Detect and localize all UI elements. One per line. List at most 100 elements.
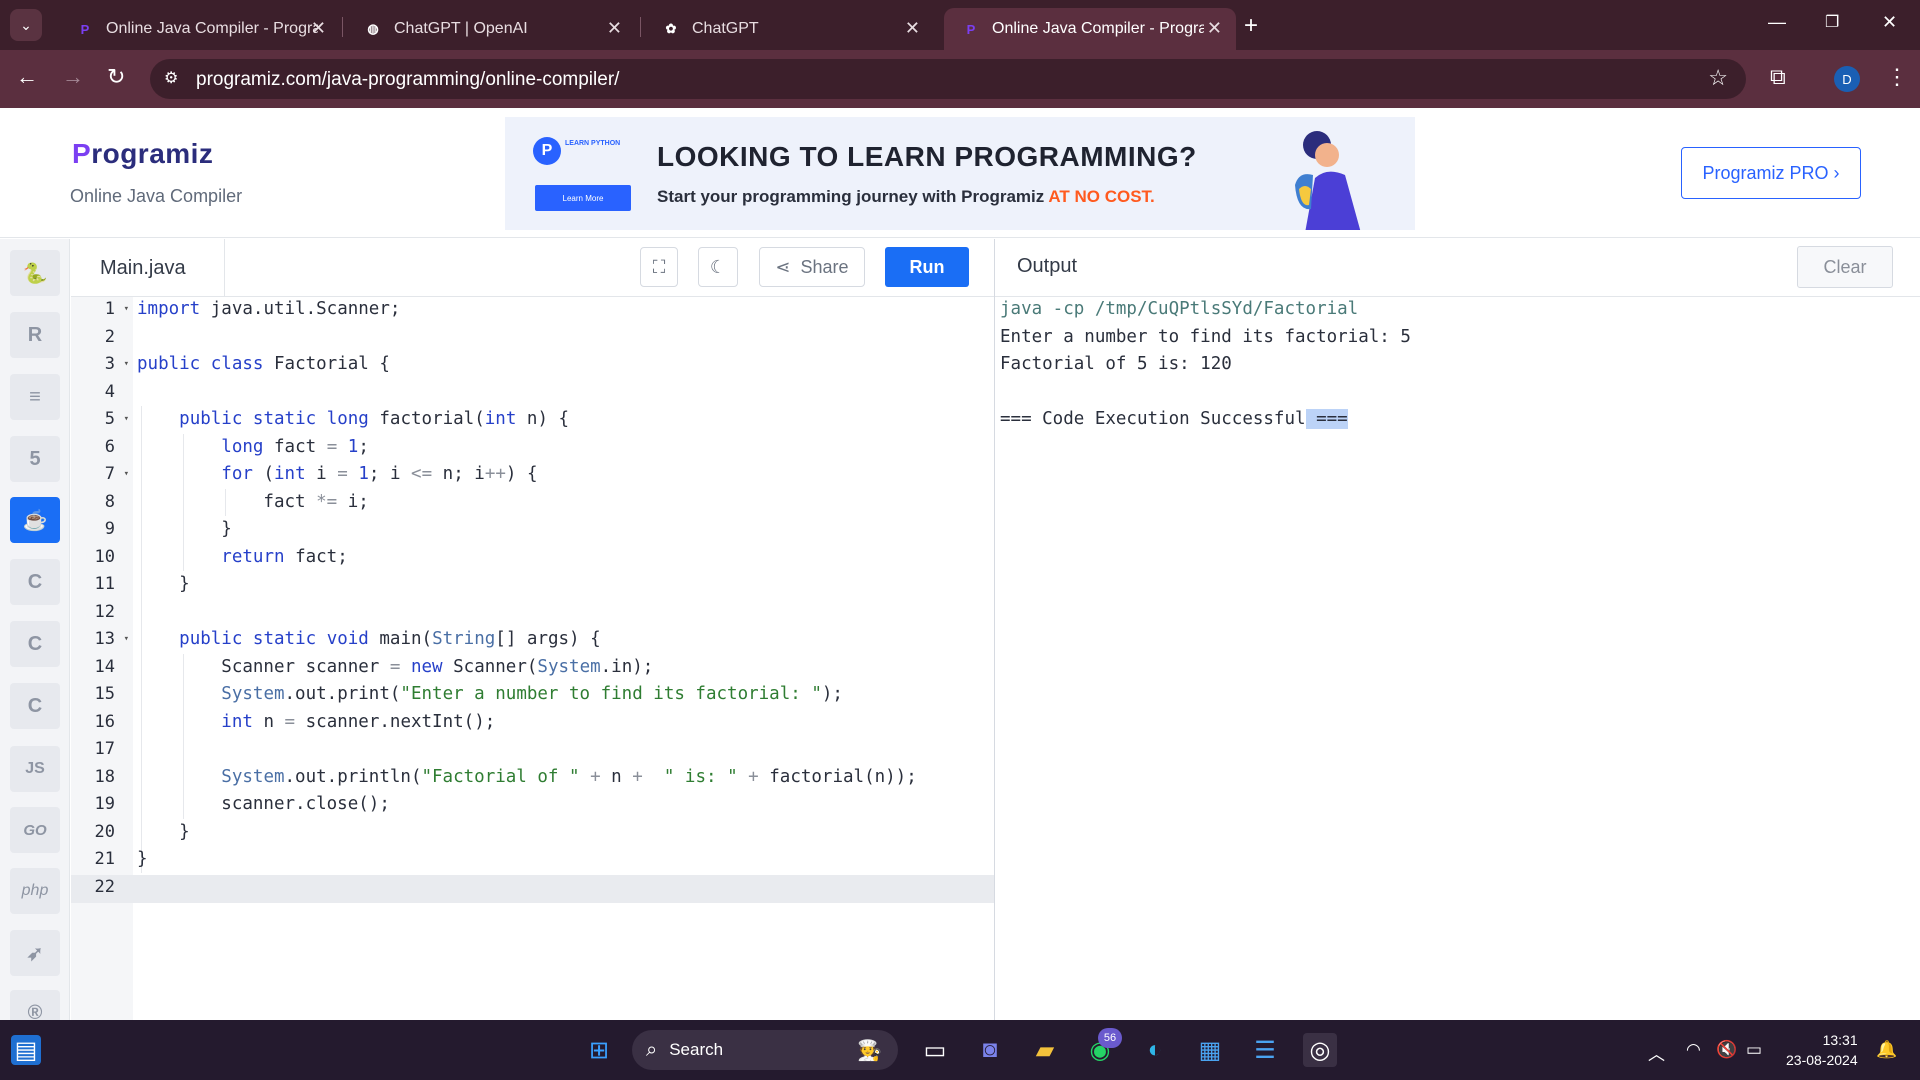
dark-mode-moon-icon[interactable]: ☾ bbox=[698, 247, 738, 287]
java-icon[interactable]: ☕ bbox=[10, 497, 60, 543]
output-line: Enter a number to find its factorial: 5 bbox=[1000, 326, 1411, 347]
cpp-icon[interactable]: C bbox=[10, 621, 60, 667]
back-arrow-icon[interactable]: ← bbox=[16, 64, 38, 90]
task-view-icon[interactable]: ▭ bbox=[918, 1033, 952, 1067]
js-icon[interactable]: JS bbox=[10, 746, 60, 792]
tab-separator bbox=[640, 17, 641, 37]
line-number: 2 bbox=[104, 326, 115, 347]
teams-chat-icon[interactable]: ◙ bbox=[973, 1033, 1007, 1067]
bookmark-star-icon[interactable]: ☆ bbox=[1708, 65, 1728, 91]
close-tab-icon[interactable]: ✕ bbox=[607, 18, 622, 39]
line-number: 14 bbox=[94, 656, 115, 677]
fold-arrow-icon: ▾ bbox=[123, 359, 129, 369]
pane-divider[interactable] bbox=[994, 239, 995, 1020]
code-line[interactable]: import java.util.Scanner; bbox=[137, 296, 400, 324]
taskbar-search[interactable]: ⌕ Search 🧑‍🍳 bbox=[632, 1030, 898, 1070]
programiz-pro-button[interactable]: Programiz PRO › bbox=[1681, 147, 1861, 199]
address-toolbar: ← → ↻ ⚙ programiz.com/java-programming/o… bbox=[0, 50, 1920, 108]
microsoft-store-icon[interactable]: ▦ bbox=[1193, 1033, 1227, 1067]
c-icon[interactable]: C bbox=[10, 559, 60, 605]
csharp-icon[interactable]: C bbox=[10, 683, 60, 729]
page-subtitle: Online Java Compiler bbox=[70, 186, 243, 206]
fold-arrow-icon: ▾ bbox=[123, 414, 129, 424]
system-clock[interactable]: 13:31 23-08-2024 bbox=[1786, 1030, 1858, 1070]
file-tab-main-java[interactable]: Main.java bbox=[71, 239, 225, 297]
code-line[interactable]: System.out.println("Factorial of " + n +… bbox=[137, 764, 916, 792]
share-button[interactable]: ⋖ Share bbox=[759, 247, 865, 287]
reload-icon[interactable]: ↻ bbox=[107, 64, 125, 90]
edge-icon[interactable]: ◐ bbox=[1138, 1033, 1172, 1067]
close-window-icon[interactable]: ✕ bbox=[1882, 12, 1897, 33]
new-tab-plus-icon[interactable]: + bbox=[1244, 12, 1258, 40]
volume-muted-icon[interactable]: 🔇 bbox=[1716, 1040, 1737, 1060]
fullscreen-icon[interactable]: ⛶ bbox=[640, 247, 678, 287]
code-line[interactable]: int n = scanner.nextInt(); bbox=[137, 709, 495, 737]
close-tab-icon[interactable]: ✕ bbox=[905, 18, 920, 39]
line-number: 19 bbox=[94, 794, 115, 814]
illustration-person-icon bbox=[1295, 131, 1361, 230]
go-icon[interactable]: GO bbox=[10, 807, 60, 853]
browser-tab-1[interactable]: P Online Java Compiler - Programiz ✕ bbox=[58, 8, 340, 50]
sql-icon[interactable]: ≡ bbox=[10, 374, 60, 420]
minimize-window-icon[interactable]: — bbox=[1768, 12, 1786, 33]
windows-start-icon[interactable]: ⊞ bbox=[582, 1033, 616, 1067]
swift-icon[interactable]: ➶ bbox=[10, 930, 60, 976]
browser-tab-3[interactable]: ✿ ChatGPT ✕ bbox=[644, 8, 934, 50]
site-info-icon[interactable]: ⚙ bbox=[164, 68, 178, 88]
r-icon[interactable]: R bbox=[10, 312, 60, 358]
html-icon[interactable]: 5 bbox=[10, 436, 60, 482]
rust-icon[interactable]: ® bbox=[10, 990, 60, 1020]
code-line[interactable]: public static void main(String[] args) { bbox=[137, 626, 601, 654]
widgets-icon[interactable]: ▤ bbox=[11, 1035, 41, 1065]
browser-tab-2[interactable]: ◍ ChatGPT | OpenAI ✕ bbox=[346, 8, 636, 50]
extensions-puzzle-icon[interactable]: ⧉ bbox=[1770, 64, 1786, 90]
line-number: 11 bbox=[94, 574, 115, 594]
output-header: Output Clear bbox=[995, 239, 1920, 297]
code-line[interactable]: public static long factorial(int n) { bbox=[137, 406, 569, 434]
line-number: 1 ▾ bbox=[71, 296, 133, 324]
url-text[interactable]: programiz.com/java-programming/online-co… bbox=[196, 69, 619, 91]
code-line[interactable]: long fact = 1; bbox=[137, 434, 369, 462]
language-rail: 🐍 R ≡ 5 ☕ C C C JS GO php ➶ ® bbox=[0, 239, 70, 1020]
ad-banner[interactable]: P LEARN PYTHON Learn More LOOKING TO LEA… bbox=[505, 117, 1415, 230]
clear-button[interactable]: Clear bbox=[1797, 246, 1893, 288]
run-button[interactable]: Run bbox=[885, 247, 969, 287]
output-line: Factorial of 5 is: 120 bbox=[1000, 354, 1232, 374]
forward-arrow-icon[interactable]: → bbox=[62, 64, 84, 90]
restore-window-icon[interactable]: ❐ bbox=[1825, 12, 1839, 32]
notification-bell-icon[interactable]: 🔔 bbox=[1876, 1040, 1897, 1060]
banner-headline: LOOKING TO LEARN PROGRAMMING? bbox=[657, 141, 1197, 172]
tab-search-menu-button[interactable]: ⌄ bbox=[10, 9, 42, 41]
code-line[interactable]: Scanner scanner = new Scanner(System.in)… bbox=[137, 654, 653, 682]
browser-menu-icon[interactable]: ⋮ bbox=[1886, 64, 1908, 90]
close-tab-icon[interactable]: ✕ bbox=[1207, 18, 1222, 39]
code-line[interactable]: System.out.print("Enter a number to find… bbox=[137, 681, 843, 709]
code-line[interactable]: } bbox=[137, 846, 148, 874]
php-icon[interactable]: php bbox=[10, 868, 60, 914]
line-number: 7 ▾ bbox=[71, 461, 133, 489]
battery-icon[interactable]: ▭ bbox=[1746, 1040, 1762, 1060]
active-line-highlight bbox=[71, 875, 994, 903]
file-explorer-icon[interactable]: ▰ bbox=[1028, 1033, 1062, 1067]
code-line[interactable]: } bbox=[137, 819, 190, 847]
python-icon[interactable]: 🐍 bbox=[10, 250, 60, 296]
browser-tab-4-active[interactable]: P Online Java Compiler - Programiz ✕ bbox=[944, 8, 1236, 50]
code-line[interactable]: public class Factorial { bbox=[137, 351, 390, 379]
close-tab-icon[interactable]: ✕ bbox=[311, 18, 326, 39]
omnibox[interactable]: ⚙ programiz.com/java-programming/online-… bbox=[150, 59, 1746, 99]
wifi-icon[interactable]: ◠ bbox=[1686, 1040, 1701, 1060]
profile-avatar[interactable]: D bbox=[1834, 66, 1860, 92]
code-line[interactable]: } bbox=[137, 516, 232, 544]
code-line[interactable]: return fact; bbox=[137, 544, 347, 572]
show-hidden-icons-chevron-icon[interactable]: ︿ bbox=[1648, 1040, 1665, 1065]
code-line[interactable]: for (int i = 1; i <= n; i++) { bbox=[137, 461, 537, 489]
code-line[interactable]: scanner.close(); bbox=[137, 791, 390, 819]
chrome-icon[interactable]: ◎ bbox=[1303, 1033, 1337, 1067]
code-line[interactable]: } bbox=[137, 571, 190, 599]
programiz-logo[interactable]: Programiz bbox=[72, 138, 213, 170]
code-line[interactable]: fact *= i; bbox=[137, 489, 368, 517]
line-number: 5 ▾ bbox=[71, 406, 133, 434]
line-number: 20 bbox=[94, 821, 115, 842]
learn-more-button[interactable]: Learn More bbox=[535, 185, 631, 211]
notepad-icon[interactable]: ☰ bbox=[1248, 1033, 1282, 1067]
